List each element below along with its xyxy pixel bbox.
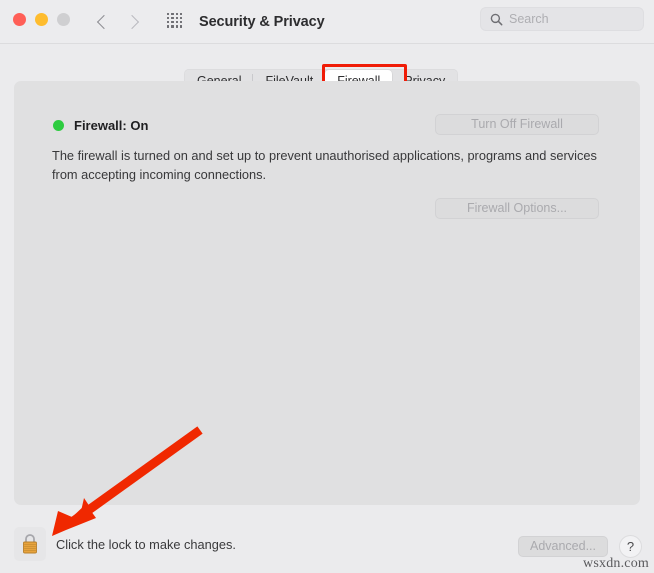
turn-off-firewall-button[interactable]: Turn Off Firewall [435, 114, 599, 135]
search-icon [490, 13, 503, 26]
firewall-status: Firewall: On [53, 118, 148, 133]
window-titlebar: Security & Privacy [0, 0, 654, 44]
firewall-description: The firewall is turned on and set up to … [52, 148, 597, 182]
close-window-button[interactable] [13, 13, 26, 26]
security-privacy-window: Security & Privacy General FileVault Fir… [0, 0, 654, 573]
padlock-closed-icon [23, 534, 37, 554]
lock-button[interactable] [14, 527, 46, 561]
advanced-button[interactable]: Advanced... [518, 536, 608, 557]
chevron-left-icon [96, 14, 112, 30]
lock-area: Click the lock to make changes. [14, 527, 236, 561]
firewall-content-panel: Firewall: On The firewall is turned on a… [14, 81, 640, 505]
firewall-options-button[interactable]: Firewall Options... [435, 198, 599, 219]
lock-caption: Click the lock to make changes. [56, 536, 236, 552]
chevron-right-icon [124, 14, 140, 30]
search-input[interactable] [509, 8, 637, 30]
zoom-window-button[interactable] [57, 13, 70, 26]
page-title: Security & Privacy [199, 14, 325, 30]
search-field[interactable] [480, 7, 644, 31]
firewall-status-label: Firewall: On [74, 118, 149, 133]
app-grid-icon[interactable] [167, 13, 183, 28]
help-button[interactable]: ? [619, 535, 642, 558]
watermark: wsxdn.com [583, 556, 649, 571]
back-button[interactable] [90, 8, 114, 36]
status-indicator-dot [53, 120, 64, 131]
forward-button[interactable] [122, 8, 146, 36]
minimize-window-button[interactable] [35, 13, 48, 26]
